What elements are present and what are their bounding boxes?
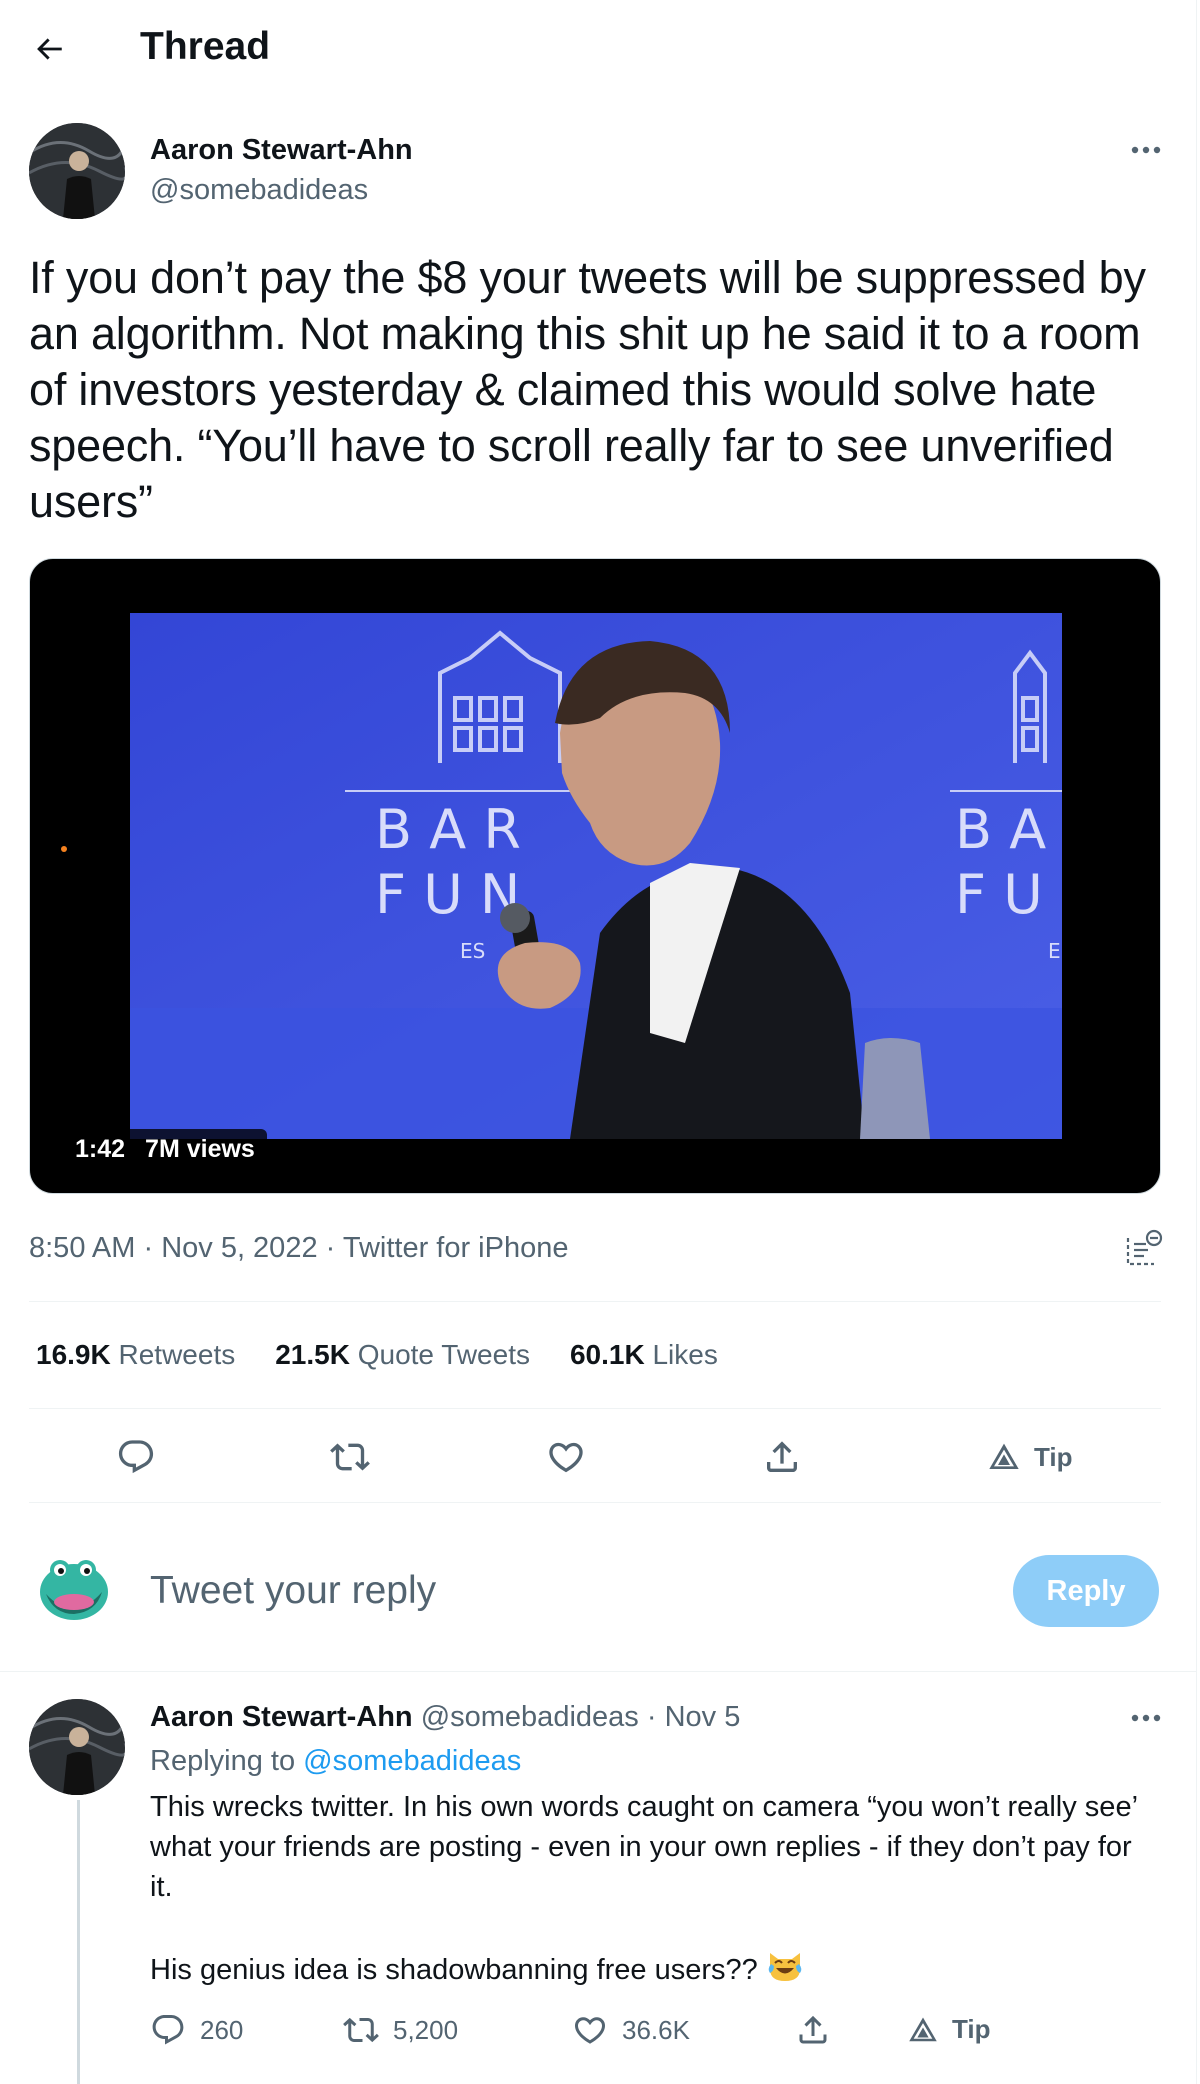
retweet-icon <box>330 1443 370 1471</box>
reply-text: This wrecks twitter. In his own words ca… <box>150 1791 1137 1986</box>
video-duration: 1:42 <box>75 1134 126 1163</box>
reply-icon <box>152 2015 184 2045</box>
tip-action-button[interactable]: Tip <box>988 1441 1073 1473</box>
backdrop-text-left-2: F U N <box>375 863 520 926</box>
author-handle[interactable]: @somebadideas <box>150 172 368 208</box>
tweet-source[interactable]: Twitter for iPhone <box>343 1232 569 1264</box>
tweet-date[interactable]: Nov 5, 2022 <box>161 1232 317 1264</box>
stat-likes[interactable]: 60.1K Likes <box>570 1337 718 1373</box>
replying-to-mention[interactable]: @somebadideas <box>303 1745 521 1777</box>
meta-separator: · <box>317 1232 343 1264</box>
retweet-icon <box>343 2017 379 2043</box>
meta-separator: · <box>135 1232 162 1264</box>
heart-icon <box>549 1442 583 1473</box>
backdrop-text-left-1: B A R <box>375 798 521 861</box>
backdrop-text-right-3: E <box>1048 939 1061 963</box>
share-action-button[interactable] <box>762 1437 802 1477</box>
stat-quote-tweets[interactable]: 21.5K Quote Tweets <box>275 1337 530 1373</box>
thread-column: Thread Aaron Stewart-Ahn @somebadideas I… <box>0 0 1197 2084</box>
reply-more-options-button[interactable] <box>1126 1698 1166 1738</box>
reply-input[interactable] <box>150 1566 870 1616</box>
back-button[interactable] <box>26 26 72 72</box>
page: Thread Aaron Stewart-Ahn @somebadideas I… <box>0 0 1200 2084</box>
crying-laughing-cat-emoji-icon <box>768 1953 802 1981</box>
share-icon <box>767 1441 797 1472</box>
more-options-button[interactable] <box>1126 130 1166 170</box>
divider <box>29 1408 1161 1409</box>
tip-icon <box>989 1443 1019 1469</box>
reply-header: Aaron Stewart-Ahn @somebadideas · Nov 5 <box>150 1699 740 1735</box>
reply-action-button[interactable] <box>116 1437 156 1477</box>
reply-author-handle[interactable]: @somebadideas <box>421 1701 639 1733</box>
tweet-text: If you don’t pay the $8 your tweets will… <box>29 252 1146 527</box>
more-dots-icon <box>1131 146 1161 154</box>
like-action-button[interactable] <box>546 1437 586 1477</box>
tip-icon <box>909 2017 937 2041</box>
back-arrow-icon <box>37 38 62 60</box>
stat-retweets[interactable]: 16.9K Retweets <box>36 1337 235 1373</box>
backdrop-text-right-2: F U <box>955 863 1043 926</box>
divider <box>29 1502 1161 1503</box>
reply-count: 260 <box>200 2014 244 2045</box>
tweet-stats: 16.9K Retweets 21.5K Quote Tweets 60.1K … <box>36 1337 718 1373</box>
like-count: 36.6K <box>622 2014 690 2045</box>
more-dots-icon <box>1131 1714 1161 1722</box>
reply-like-button[interactable]: 36.6K <box>572 2012 690 2048</box>
reply-date[interactable]: Nov 5 <box>665 1701 741 1733</box>
section-divider <box>0 1671 1196 1672</box>
reply-share-button[interactable] <box>795 2012 831 2048</box>
backdrop-text-right-1: B A <box>955 798 1046 861</box>
tip-label: Tip <box>952 2014 991 2044</box>
page-title: Thread <box>140 25 271 68</box>
reply-author-name[interactable]: Aaron Stewart-Ahn <box>150 1701 413 1733</box>
reply-author-avatar[interactable] <box>29 1699 125 1795</box>
analytics-icon[interactable] <box>1124 1228 1164 1268</box>
video-badge: 1:42 7M views <box>63 1129 267 1169</box>
author-name[interactable]: Aaron Stewart-Ahn <box>150 132 413 168</box>
thread-header: Thread <box>0 0 1196 95</box>
retweet-count: 5,200 <box>393 2014 459 2045</box>
reply-retweet-button[interactable]: 5,200 <box>343 2012 458 2048</box>
reply-reply-button[interactable]: 260 <box>150 2012 243 2048</box>
heart-icon <box>574 2017 606 2044</box>
replying-to: Replying to @somebadideas <box>150 1745 522 1777</box>
video-indicator-dot <box>61 846 67 852</box>
reply-button[interactable]: Reply <box>1013 1555 1159 1627</box>
reply-tip-button[interactable]: Tip <box>908 2014 991 2045</box>
tweet-video[interactable]: B A R F U N ES B A F U E 1:42 7M views <box>29 558 1161 1194</box>
divider <box>29 1301 1161 1302</box>
reply-icon <box>118 1440 154 1474</box>
tip-label: Tip <box>1034 1441 1073 1472</box>
video-frame: B A R F U N ES B A F U E <box>130 613 1062 1139</box>
video-views: 7M views <box>145 1134 255 1163</box>
composer-avatar[interactable] <box>36 1552 112 1628</box>
backdrop-text-left-3: ES <box>460 939 485 963</box>
tweet-time[interactable]: 8:50 AM <box>29 1232 135 1264</box>
author-avatar[interactable] <box>29 123 125 219</box>
tweet-meta: 8:50 AM · Nov 5, 2022 · Twitter for iPho… <box>29 1230 568 1266</box>
retweet-action-button[interactable] <box>330 1437 370 1477</box>
reply-separator: · <box>638 1701 665 1733</box>
thread-connector-line <box>77 1800 80 2084</box>
share-icon <box>799 2015 827 2044</box>
